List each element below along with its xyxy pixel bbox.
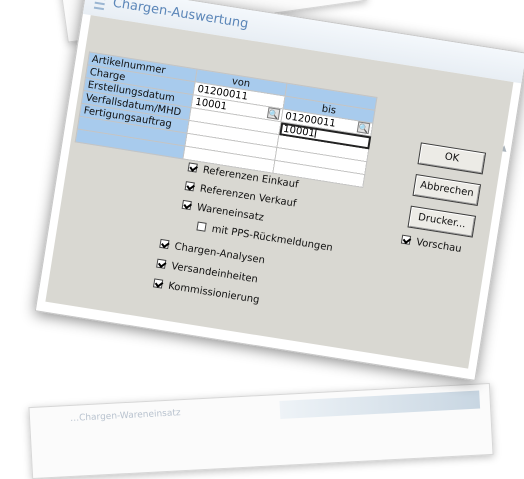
- checkbox-check-icon[interactable]: [181, 199, 192, 211]
- checkbox-check-icon[interactable]: [159, 238, 170, 250]
- preview-checkbox[interactable]: Vorschau: [400, 234, 463, 255]
- lookup-magnifier-icon[interactable]: 🔍: [356, 121, 371, 135]
- checkbox-check-icon[interactable]: [156, 258, 167, 269]
- cancel-button[interactable]: Abbrechen: [412, 174, 482, 207]
- chargen-auswertung-window: Chargen-Auswertung ▲ Artikelnummer von C…: [34, 0, 524, 381]
- printer-button[interactable]: Drucker...: [407, 205, 477, 238]
- lookup-magnifier-icon[interactable]: 🔍: [266, 107, 281, 120]
- background-sheet-bottom: …Chargen-Wareneinsatz: [28, 382, 494, 479]
- checkbox-wareneinsatz[interactable]: Wareneinsatz: [181, 199, 265, 224]
- checkbox-label: Versandeinheiten: [170, 260, 259, 286]
- checkbox-label: Kommissionierung: [167, 280, 261, 307]
- ok-button[interactable]: OK: [417, 142, 487, 175]
- checkbox-label: Vorschau: [415, 236, 463, 255]
- checkbox-check-icon[interactable]: [400, 234, 412, 245]
- checkbox-check-icon[interactable]: [152, 278, 164, 289]
- background-sheet-bar: [279, 390, 481, 419]
- checkbox-check-icon[interactable]: [187, 162, 198, 173]
- background-sheet-text: …Chargen-Wareneinsatz: [69, 408, 181, 424]
- checkbox-label: Wareneinsatz: [196, 202, 265, 224]
- text-cursor: [314, 127, 317, 138]
- checkbox-check-icon[interactable]: [184, 181, 195, 192]
- app-icon: [93, 0, 106, 11]
- checkbox-empty-icon[interactable]: [196, 221, 207, 232]
